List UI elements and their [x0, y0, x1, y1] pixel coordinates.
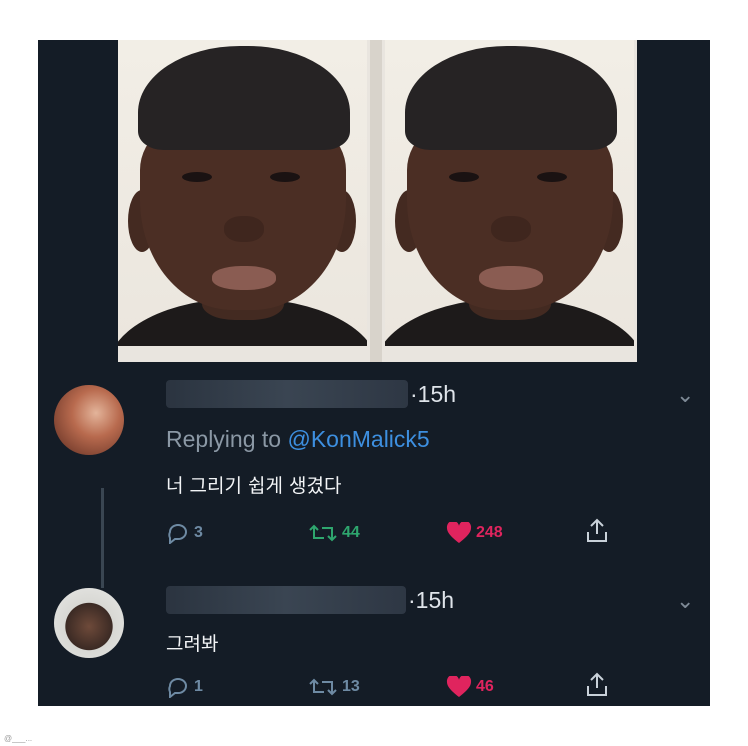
- reply-icon: [168, 678, 187, 698]
- reply-count: 1: [194, 678, 203, 695]
- like-count: 248: [476, 524, 503, 541]
- blurred-username[interactable]: [166, 586, 406, 614]
- retweet-icon: [309, 678, 337, 696]
- like-count: 46: [476, 678, 494, 695]
- replying-handle-link[interactable]: @KonMalick5: [287, 426, 429, 452]
- tweet-text: 너 그리기 쉽게 생겼다: [166, 475, 342, 497]
- share-icon: [587, 518, 607, 542]
- replying-to: Replying to @KonMalick5: [166, 426, 430, 453]
- avatar[interactable]: [54, 385, 124, 455]
- retweet-count: 13: [342, 678, 360, 695]
- heart-icon: [446, 522, 472, 543]
- reply-icon: [168, 524, 187, 544]
- chevron-down-icon[interactable]: ⌄: [676, 382, 694, 408]
- tweet-time: ·15h: [408, 587, 455, 613]
- thread-connector: [101, 488, 104, 588]
- attached-photo[interactable]: [118, 40, 637, 362]
- retweet-button[interactable]: 44: [308, 522, 360, 544]
- portrait-photo-left: [118, 40, 367, 346]
- retweet-icon: [309, 524, 337, 542]
- share-button[interactable]: [586, 518, 608, 544]
- portrait-photo-right: [385, 40, 634, 346]
- photo-divider: [370, 40, 382, 362]
- retweet-button[interactable]: 13: [308, 676, 360, 698]
- share-button[interactable]: [586, 672, 608, 698]
- twitter-thread-screenshot: ·15h ⌄ Replying to @KonMalick5 너 그리기 쉽게 …: [38, 40, 710, 706]
- heart-icon: [446, 676, 472, 697]
- chevron-down-icon[interactable]: ⌄: [676, 588, 694, 614]
- replying-prefix: Replying to: [166, 426, 288, 452]
- like-button[interactable]: 248: [446, 522, 503, 544]
- retweet-count: 44: [342, 524, 360, 541]
- reply-button[interactable]: 1: [166, 676, 203, 698]
- reply-count: 3: [194, 524, 203, 541]
- like-button[interactable]: 46: [446, 676, 494, 698]
- reply-button[interactable]: 3: [166, 522, 203, 544]
- tweet-time: ·15h: [410, 381, 457, 407]
- tweet-text: 그려봐: [166, 633, 219, 655]
- avatar[interactable]: [54, 588, 124, 658]
- blurred-username[interactable]: [166, 380, 408, 408]
- share-icon: [587, 672, 607, 696]
- watermark: @___...: [4, 734, 33, 743]
